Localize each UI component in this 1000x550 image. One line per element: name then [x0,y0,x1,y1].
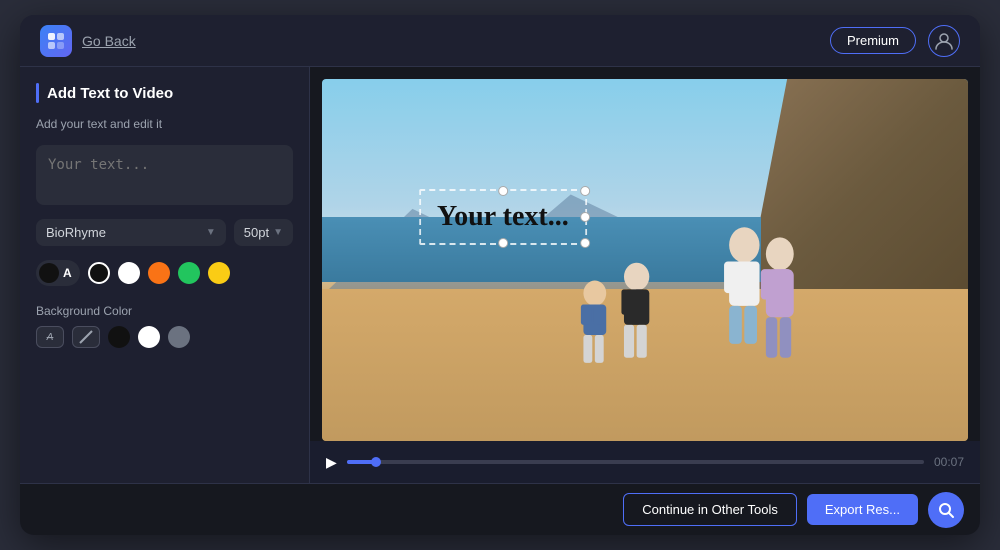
continue-button[interactable]: Continue in Other Tools [623,493,797,526]
section-title-bar [36,83,39,103]
font-family-label: BioRhyme [46,225,200,240]
handle-top-center[interactable] [498,186,508,196]
video-container: Your text... [310,67,980,441]
color-swatch-black[interactable] [88,262,110,284]
color-swatch-green[interactable] [178,262,200,284]
text-overlay-box: Your text... [419,189,587,245]
header: Go Back Premium [20,15,980,67]
app-window: Go Back Premium Add Text to Video Add yo… [20,15,980,535]
header-left: Go Back [40,25,136,57]
subtitle-text: Add your text and edit it [36,117,293,131]
progress-thumb[interactable] [371,457,381,467]
search-fab[interactable] [928,492,964,528]
main-content: Add Text to Video Add your text and edit… [20,67,980,483]
font-size-select[interactable]: 50pt ▼ [234,219,293,246]
video-area: Your text... ▶ 00:07 [310,67,980,483]
bg-swatch-white[interactable] [138,326,160,348]
playback-bar: ▶ 00:07 [310,441,980,483]
time-label: 00:07 [934,455,964,469]
section-title: Add Text to Video [36,83,293,103]
color-toggle[interactable]: A [36,260,80,286]
go-back-link[interactable]: Go Back [82,33,136,49]
font-controls: BioRhyme ▼ 50pt ▼ [36,219,293,246]
header-right: Premium [830,25,960,57]
section-title-text: Add Text to Video [47,85,173,102]
user-avatar[interactable] [928,25,960,57]
video-frame: Your text... [322,79,968,441]
play-button[interactable]: ▶ [326,454,337,471]
progress-track[interactable] [347,460,924,464]
bg-swatch-none[interactable] [72,326,100,348]
export-button[interactable]: Export Res... [807,494,918,525]
sidebar: Add Text to Video Add your text and edit… [20,67,310,483]
footer: Continue in Other Tools Export Res... [20,483,980,535]
premium-button[interactable]: Premium [830,27,916,54]
bg-swatch-black[interactable] [108,326,130,348]
handle-bottom-right[interactable] [580,238,590,248]
font-chevron-icon: ▼ [206,227,216,238]
text-input[interactable] [36,145,293,205]
bg-swatch-gray[interactable] [168,326,190,348]
color-swatch-yellow[interactable] [208,262,230,284]
app-logo-icon [40,25,72,57]
toggle-circle [39,263,59,283]
bg-color-label: Background Color [36,304,293,318]
toggle-a-label: A [63,266,72,280]
beach-background: Your text... [322,79,968,441]
size-chevron-icon: ▼ [273,227,283,238]
bg-color-row: A [36,326,293,348]
handle-middle-right[interactable] [580,212,590,222]
text-color-row: A [36,260,293,286]
video-text-overlay: Your text... [437,201,569,232]
color-swatch-orange[interactable] [148,262,170,284]
text-overlay-container[interactable]: Your text... [419,189,587,245]
bg-swatch-none-a[interactable]: A [36,326,64,348]
bg-color-section: Background Color A [36,300,293,348]
handle-top-right[interactable] [580,186,590,196]
color-swatch-white[interactable] [118,262,140,284]
font-size-label: 50pt [244,225,269,240]
font-family-select[interactable]: BioRhyme ▼ [36,219,226,246]
handle-bottom-center[interactable] [498,238,508,248]
